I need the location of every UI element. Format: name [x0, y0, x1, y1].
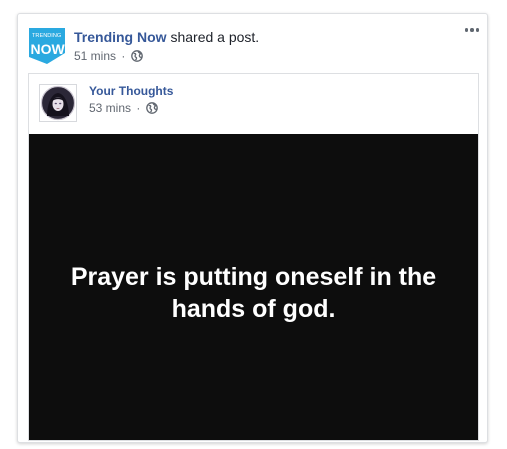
author-name-link[interactable]: Your Thoughts	[89, 84, 173, 99]
post-image[interactable]: Prayer is putting oneself in the hands o…	[29, 134, 478, 440]
more-options-icon[interactable]	[461, 23, 483, 37]
author-avatar[interactable]	[39, 84, 77, 122]
shared-post-timestamp[interactable]: 53 mins	[89, 101, 131, 115]
trending-now-logo[interactable]: TRENDING NOW	[28, 27, 66, 65]
shared-post-header: Your Thoughts 53 mins ·	[89, 84, 173, 116]
illustrated-portrait-icon	[40, 85, 76, 121]
meta-separator: ·	[121, 49, 126, 63]
logo-top-text: TRENDING	[32, 33, 61, 39]
globe-icon[interactable]	[130, 50, 143, 62]
page-name-link[interactable]: Trending Now	[74, 29, 167, 45]
shared-post: Your Thoughts 53 mins · Prayer is puttin…	[28, 73, 479, 441]
post-timestamp[interactable]: 51 mins	[74, 49, 116, 63]
feed-post-card: TRENDING NOW Trending Now shared a post.…	[17, 13, 488, 443]
meta-separator: ·	[136, 101, 141, 115]
quote-text: Prayer is putting oneself in the hands o…	[70, 263, 437, 323]
post-action-text: shared a post.	[170, 29, 260, 45]
globe-icon[interactable]	[145, 102, 158, 114]
post-header: Trending Now shared a post. 51 mins ·	[74, 28, 259, 64]
logo-main-text: NOW	[31, 41, 66, 57]
